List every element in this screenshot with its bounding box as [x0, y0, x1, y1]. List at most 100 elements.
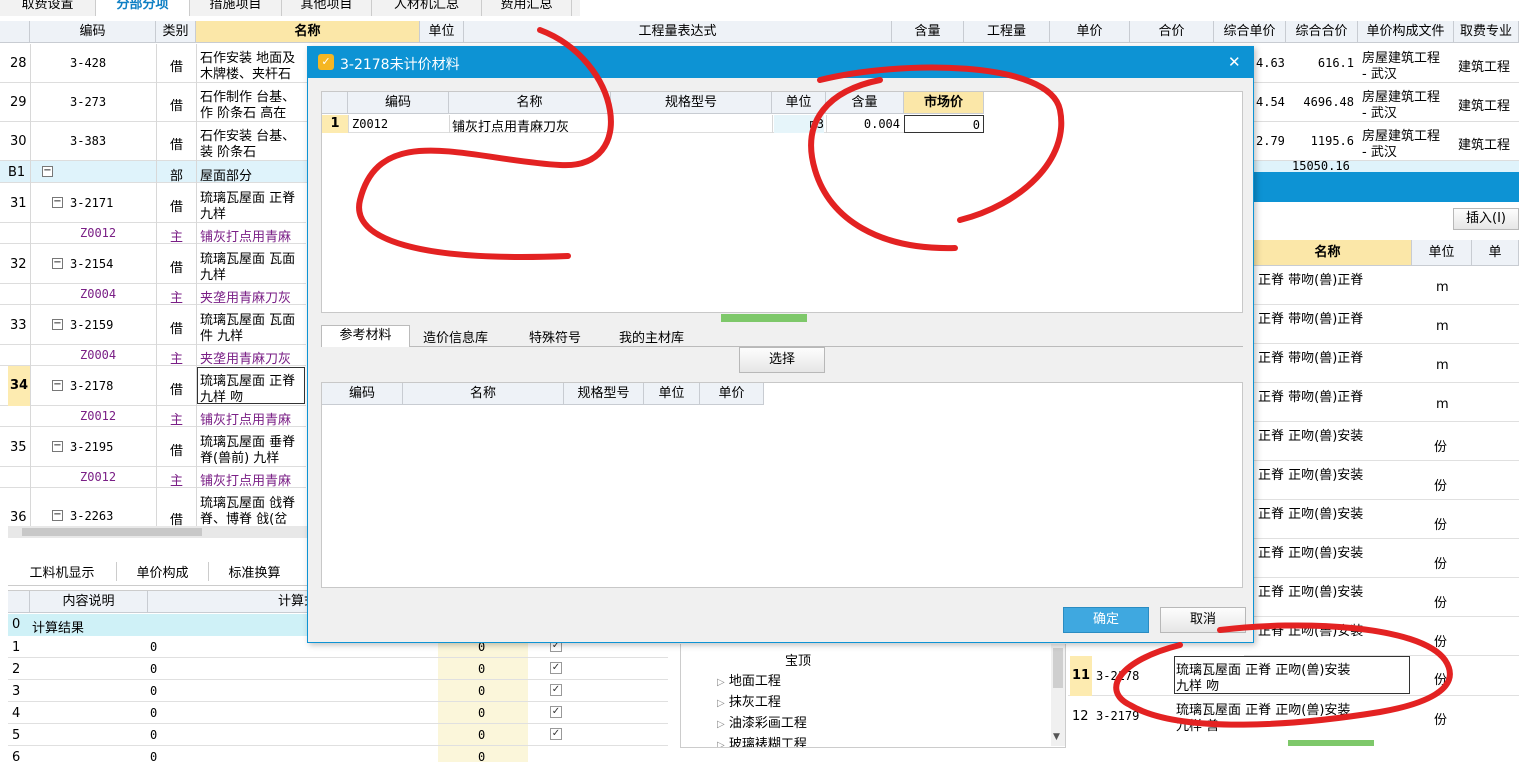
collapse-icon[interactable]: −: [52, 197, 63, 208]
table-row[interactable]: 正脊 带吻(兽)正脊 m: [1244, 266, 1519, 305]
table-row[interactable]: 5 0 0 ✓: [8, 724, 668, 746]
table-row-selected[interactable]: 34 − 3-2178 借 琉璃瓦屋面 正脊 九样 吻: [0, 366, 306, 406]
col-unit[interactable]: 单位: [772, 92, 826, 114]
checkbox[interactable]: ✓: [550, 662, 562, 674]
col-unit[interactable]: 单位: [1412, 240, 1472, 266]
close-icon[interactable]: ✕: [1228, 53, 1241, 71]
table-row[interactable]: 正脊 正吻(兽)安装份: [1244, 617, 1519, 656]
table-row[interactable]: 正脊 正吻(兽)安装份: [1244, 461, 1519, 500]
col-fee-type[interactable]: 取费专业: [1454, 21, 1519, 43]
collapse-icon[interactable]: −: [52, 258, 63, 269]
expand-arrow-icon[interactable]: ▷: [717, 698, 725, 709]
select-button[interactable]: 选择: [739, 347, 825, 373]
collapse-icon[interactable]: −: [42, 166, 53, 177]
col-name[interactable]: 名称: [1244, 240, 1412, 266]
table-row[interactable]: 4 0 0 ✓: [8, 702, 668, 724]
table-row[interactable]: 33 − 3-2159 借 琉璃瓦屋面 瓦面 件 九样: [0, 305, 306, 345]
tab-price-info-library[interactable]: 造价信息库: [423, 327, 488, 346]
checkbox[interactable]: ✓: [550, 684, 562, 696]
table-row[interactable]: 正脊 带吻(兽)正脊 m: [1244, 305, 1519, 344]
collapse-icon[interactable]: −: [52, 380, 63, 391]
table-row[interactable]: 正脊 带吻(兽)正脊 m: [1244, 344, 1519, 383]
table-row[interactable]: 3 0 0 ✓: [8, 680, 668, 702]
col-quantity[interactable]: 工程量: [964, 21, 1050, 43]
tab-reference-materials[interactable]: 参考材料: [321, 325, 410, 347]
scroll-down-icon[interactable]: ▼: [1053, 732, 1060, 742]
expand-arrow-icon[interactable]: ▷: [717, 719, 725, 730]
tab-special-symbols[interactable]: 特殊符号: [529, 327, 581, 346]
collapse-icon[interactable]: −: [52, 441, 63, 452]
col-content[interactable]: 含量: [826, 92, 904, 114]
tab-my-material-library[interactable]: 我的主材库: [619, 327, 684, 346]
tree-item[interactable]: ▷ 抹灰工程: [717, 691, 781, 710]
checkbox[interactable]: ✓: [550, 706, 562, 718]
col-name[interactable]: 名称: [449, 92, 611, 114]
tab-standard-conversion[interactable]: 标准换算: [208, 562, 300, 581]
tab-measures[interactable]: 措施项目: [190, 0, 282, 16]
col-comp-unit[interactable]: 综合单价: [1214, 21, 1286, 43]
tab-fee-setting[interactable]: 取费设置: [0, 0, 96, 16]
result-row[interactable]: 0 计算结果: [8, 614, 308, 636]
table-row[interactable]: 正脊 正吻(兽)安装份: [1244, 578, 1519, 617]
col-name[interactable]: 名称: [196, 21, 420, 43]
col-code[interactable]: 编码: [322, 383, 403, 405]
market-price-input[interactable]: 0: [904, 115, 984, 133]
col-desc[interactable]: 内容说明: [30, 591, 148, 613]
col-unit[interactable]: 单位: [420, 21, 464, 43]
col-spec[interactable]: 规格型号: [611, 92, 772, 114]
table-row[interactable]: 正脊 正吻(兽)安装份: [1244, 500, 1519, 539]
col-price[interactable]: 单: [1472, 240, 1519, 266]
table-row[interactable]: Z0004 主 夹垄用青麻刀灰: [0, 345, 306, 367]
tree-vertical-scrollbar[interactable]: ▼: [1051, 644, 1065, 746]
table-row[interactable]: 正脊 带吻(兽)正脊 m: [1244, 383, 1519, 422]
cancel-button[interactable]: 取消: [1160, 607, 1246, 633]
collapse-icon[interactable]: −: [52, 510, 63, 521]
tree-item[interactable]: ▷ 油漆彩画工程: [717, 712, 807, 731]
tab-fee-summary[interactable]: 费用汇总: [482, 0, 572, 16]
col-market-price[interactable]: 市场价: [904, 92, 984, 114]
tree-item[interactable]: ▷ 地面工程: [717, 670, 781, 689]
expand-arrow-icon[interactable]: ▷: [717, 740, 725, 747]
ok-button[interactable]: 确定: [1063, 607, 1149, 633]
tab-material-summary[interactable]: 人材机汇总: [372, 0, 482, 16]
col-name[interactable]: 名称: [403, 383, 564, 405]
col-content[interactable]: 含量: [892, 21, 964, 43]
dialog-titlebar[interactable]: ✓ 3-2178未计价材料 ✕: [308, 47, 1253, 78]
main-horizontal-scrollbar[interactable]: [8, 526, 308, 538]
table-row[interactable]: Z0012 主 铺灰打点用青麻: [0, 406, 306, 428]
splitter-handle[interactable]: [721, 314, 807, 322]
table-row[interactable]: 正脊 正吻(兽)安装份: [1244, 422, 1519, 461]
splitter-handle[interactable]: [1288, 740, 1374, 746]
col-price[interactable]: 单价: [700, 383, 764, 405]
col-type[interactable]: 类别: [156, 21, 196, 43]
col-spec[interactable]: 规格型号: [564, 383, 644, 405]
table-row[interactable]: 36 − 3-2263 借 琉璃瓦屋面 戗脊 脊、博脊 戗(岔: [0, 488, 306, 528]
table-row[interactable]: Z0012 主 铺灰打点用青麻: [0, 467, 306, 489]
insert-button[interactable]: 插入(I): [1453, 208, 1519, 230]
col-comp-total[interactable]: 综合合价: [1286, 21, 1358, 43]
tab-labor-material[interactable]: 工料机显示: [8, 562, 116, 581]
table-row[interactable]: Z0012 主 铺灰打点用青麻: [0, 223, 306, 245]
col-price-file[interactable]: 单价构成文件: [1358, 21, 1454, 43]
tab-price-composition[interactable]: 单价构成: [116, 562, 208, 581]
table-row[interactable]: 2 0 0 ✓: [8, 658, 668, 680]
table-row[interactable]: 1 Z0012 铺灰打点用青麻刀灰 m3 0.004 0: [322, 115, 984, 135]
table-row[interactable]: 12 3-2179 琉璃瓦屋面 正脊 正吻(兽)安装 九样 兽 份: [1068, 696, 1519, 736]
table-row[interactable]: 31 − 3-2171 借 琉璃瓦屋面 正脊 九样: [0, 183, 306, 223]
col-code[interactable]: 编码: [30, 21, 156, 43]
tree-item[interactable]: 宝顶: [785, 650, 811, 669]
table-row[interactable]: Z0004 主 夹垄用青麻刀灰: [0, 284, 306, 306]
tab-other[interactable]: 其他项目: [282, 0, 372, 16]
tree-item[interactable]: ▷ 玻璃裱糊工程: [717, 733, 807, 747]
col-unit-price[interactable]: 单价: [1050, 21, 1130, 43]
col-code[interactable]: 编码: [348, 92, 449, 114]
expand-arrow-icon[interactable]: ▷: [717, 677, 725, 688]
collapse-icon[interactable]: −: [52, 319, 63, 330]
col-unit[interactable]: 单位: [644, 383, 700, 405]
table-row-selected[interactable]: 11 3-2178 琉璃瓦屋面 正脊 正吻(兽)安装 九样 吻 份: [1068, 656, 1519, 696]
table-row[interactable]: 35 − 3-2195 借 琉璃瓦屋面 垂脊 脊(兽前) 九样: [0, 427, 306, 467]
col-total[interactable]: 合价: [1130, 21, 1214, 43]
table-row[interactable]: 6 0 0: [8, 746, 668, 762]
checkbox[interactable]: ✓: [550, 728, 562, 740]
tab-items[interactable]: 分部分项: [96, 0, 190, 16]
